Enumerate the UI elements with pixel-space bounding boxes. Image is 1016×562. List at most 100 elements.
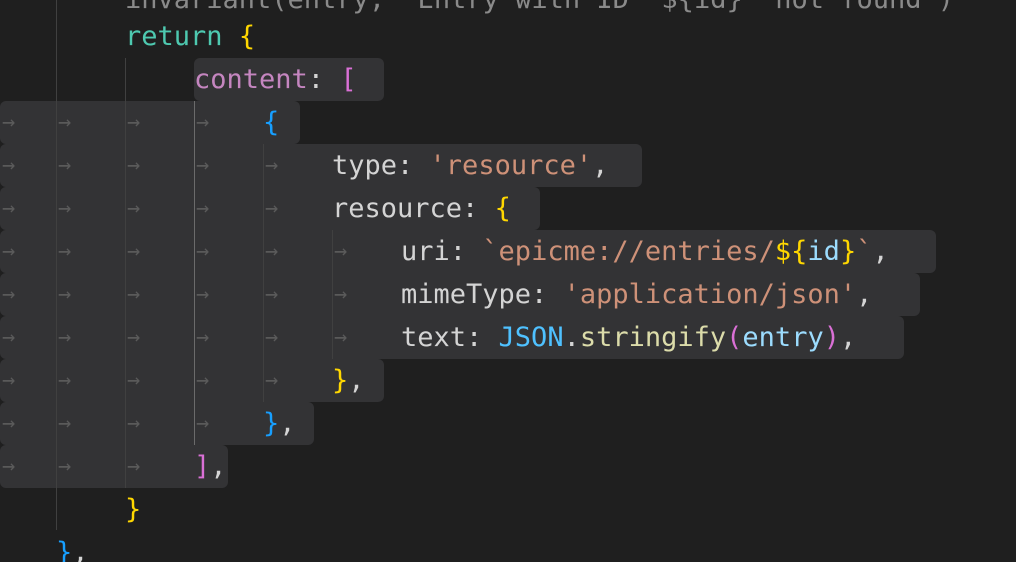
code-text: }, xyxy=(332,359,365,402)
tab-arrow-icon: → xyxy=(334,282,348,307)
code-token: ${ xyxy=(774,236,808,267)
code-text: ], xyxy=(194,445,227,488)
code-token: type xyxy=(332,150,398,181)
code-token: } xyxy=(56,537,73,562)
tab-arrow-icon: → xyxy=(196,196,210,221)
code-editor[interactable]: invariant(entry, `Entry with ID "${id}" … xyxy=(0,0,1016,562)
tab-arrow-icon: → xyxy=(196,110,210,135)
tab-arrow-icon: → xyxy=(265,282,279,307)
code-line[interactable]: → → → → → → text: JSON.stringify(entry), xyxy=(0,316,1016,359)
code-line[interactable]: → → → → →}, xyxy=(0,359,1016,402)
tab-arrow-icon: → xyxy=(127,411,141,436)
code-token: { xyxy=(263,107,280,138)
code-text: } xyxy=(125,488,141,531)
whitespace-markers: → → → → → xyxy=(0,187,300,230)
code-token: [ xyxy=(340,64,357,95)
whitespace-markers: → → → xyxy=(0,445,300,488)
tab-arrow-icon: → xyxy=(58,325,72,350)
tab-arrow-icon: → xyxy=(2,454,16,479)
tab-arrow-icon: → xyxy=(58,153,72,178)
code-token: , xyxy=(279,408,296,439)
code-token: ) xyxy=(823,322,840,353)
code-line[interactable]: → → → → { xyxy=(0,101,1016,144)
tab-arrow-icon: → xyxy=(127,239,141,264)
code-text: }, xyxy=(263,402,296,445)
code-token: ` xyxy=(856,236,873,267)
tab-arrow-icon: → xyxy=(196,368,210,393)
tab-arrow-icon: → xyxy=(58,454,72,479)
tab-arrow-icon: → xyxy=(58,110,72,135)
code-token: : xyxy=(466,322,499,353)
tab-arrow-icon: → xyxy=(2,196,16,221)
code-token: } xyxy=(125,494,142,525)
code-token: text xyxy=(401,322,467,353)
code-line[interactable]: → → →], xyxy=(0,445,1016,488)
tab-arrow-icon: → xyxy=(196,282,210,307)
code-line[interactable]: → → → →}, xyxy=(0,402,1016,445)
tab-arrow-icon: → xyxy=(2,282,16,307)
tab-arrow-icon: → xyxy=(127,196,141,221)
code-token: JSON xyxy=(498,322,564,353)
code-token: { xyxy=(238,21,256,52)
tab-arrow-icon: → xyxy=(58,282,72,307)
tab-arrow-icon: → xyxy=(58,411,72,436)
tab-arrow-icon: → xyxy=(58,196,72,221)
tab-arrow-icon: → xyxy=(2,239,16,264)
whitespace-markers: → → → → xyxy=(0,101,300,144)
code-text: return { xyxy=(125,15,255,58)
code-token: , xyxy=(210,451,227,482)
code-line[interactable]: → → → → → type: 'resource', xyxy=(0,144,1016,187)
code-token: , xyxy=(348,365,365,396)
tab-arrow-icon: → xyxy=(127,368,141,393)
tab-arrow-icon: → xyxy=(127,153,141,178)
code-token: } xyxy=(839,236,857,267)
code-line[interactable]: → → → → → resource: { xyxy=(0,187,1016,230)
code-token: return xyxy=(125,21,223,52)
tab-arrow-icon: → xyxy=(265,325,279,350)
whitespace-markers: → → → → → → xyxy=(0,273,347,316)
tab-arrow-icon: → xyxy=(196,153,210,178)
code-text: }, xyxy=(56,531,89,562)
code-line[interactable]: } xyxy=(0,488,1016,531)
code-text: text: JSON.stringify(entry), xyxy=(401,316,856,359)
code-token: : xyxy=(397,150,430,181)
code-line[interactable]: → → → → → → mimeType: 'application/json', xyxy=(0,273,1016,316)
code-line[interactable]: → → → → → → uri: `epicme://entries/${id}`, xyxy=(0,230,1016,273)
tab-arrow-icon: → xyxy=(265,239,279,264)
tab-arrow-icon: → xyxy=(2,110,16,135)
code-token: , xyxy=(839,322,857,353)
code-line[interactable]: content: [ xyxy=(0,58,1016,101)
tab-arrow-icon: → xyxy=(334,239,348,264)
code-token: . xyxy=(563,322,580,353)
code-token: , xyxy=(592,150,609,181)
tab-arrow-icon: → xyxy=(127,454,141,479)
code-line[interactable]: }, xyxy=(0,531,1016,562)
code-token: mimeType xyxy=(401,279,532,310)
code-text: type: 'resource', xyxy=(332,144,608,187)
tab-arrow-icon: → xyxy=(2,368,16,393)
code-text: { xyxy=(263,101,279,144)
code-token: entry xyxy=(742,322,824,353)
code-token: content xyxy=(194,64,308,95)
tab-arrow-icon: → xyxy=(2,411,16,436)
code-token: 'resource' xyxy=(429,150,593,181)
whitespace-markers: → → → → → → xyxy=(0,316,347,359)
tab-arrow-icon: → xyxy=(196,325,210,350)
tab-arrow-icon: → xyxy=(2,325,16,350)
tab-arrow-icon: → xyxy=(265,196,279,221)
code-token: , xyxy=(72,537,89,562)
code-text: uri: `epicme://entries/${id}`, xyxy=(401,230,889,273)
tab-arrow-icon: → xyxy=(127,325,141,350)
tab-arrow-icon: → xyxy=(196,239,210,264)
tab-arrow-icon: → xyxy=(196,411,210,436)
code-token: id xyxy=(807,236,840,267)
code-token: , xyxy=(872,236,889,267)
code-token: uri xyxy=(401,236,450,267)
tab-arrow-icon: → xyxy=(58,239,72,264)
code-token: 'application/json' xyxy=(563,279,857,310)
code-token: : xyxy=(449,236,483,267)
code-token: { xyxy=(494,193,511,224)
code-line[interactable]: return { xyxy=(0,15,1016,58)
code-text: content: [ xyxy=(194,58,357,101)
whitespace-markers: → → → → → xyxy=(0,144,300,187)
